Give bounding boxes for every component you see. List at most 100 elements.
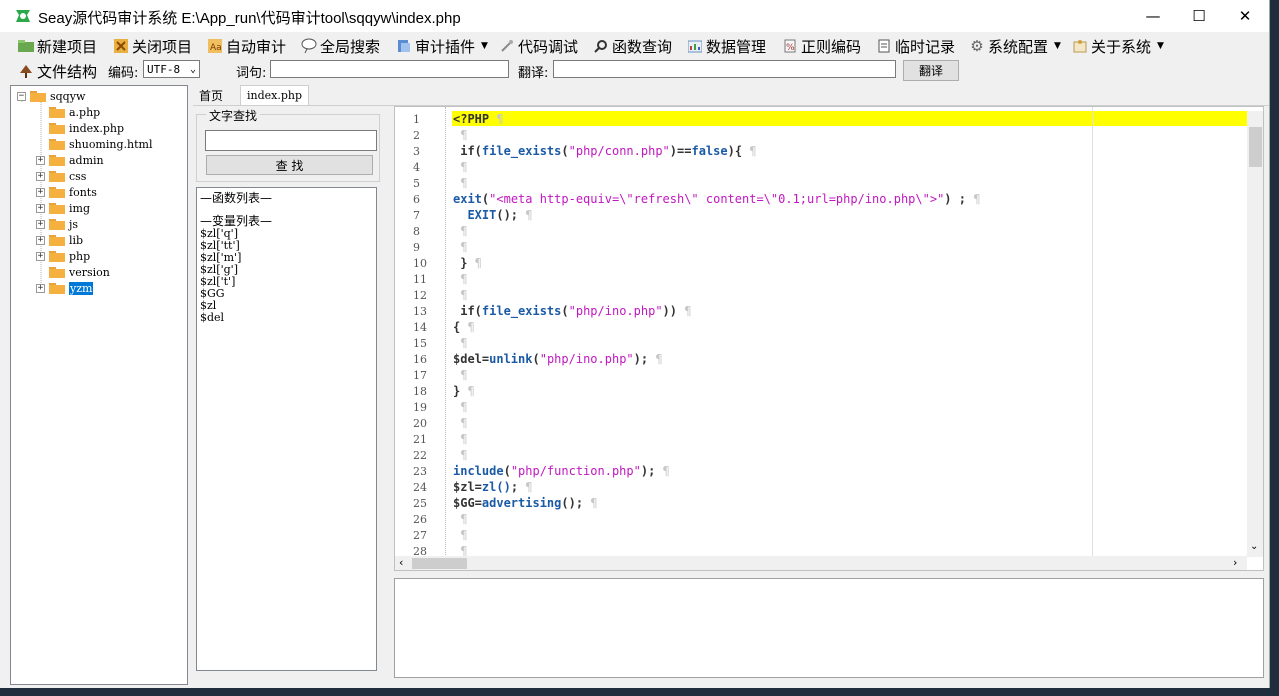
expand-icon[interactable]: + bbox=[36, 283, 45, 293]
tree-item[interactable]: + js bbox=[36, 216, 78, 232]
code-line[interactable]: ¶ bbox=[453, 175, 467, 191]
collapse-icon[interactable]: − bbox=[17, 91, 26, 101]
code-line[interactable]: ¶ bbox=[453, 415, 467, 431]
text-search-input[interactable] bbox=[205, 130, 377, 151]
line-number: 14 bbox=[413, 321, 427, 334]
tab-index-php[interactable]: index.php bbox=[240, 85, 310, 105]
code-line[interactable]: $zl=zl(); ¶ bbox=[453, 479, 533, 495]
menu-data-manage[interactable]: 数据管理 bbox=[687, 36, 766, 56]
expand-icon[interactable]: + bbox=[36, 187, 45, 197]
expand-icon[interactable]: + bbox=[36, 251, 45, 261]
scroll-right-icon[interactable]: › bbox=[1233, 556, 1237, 569]
expand-icon[interactable]: + bbox=[36, 219, 45, 229]
menu-label: 临时记录 bbox=[895, 37, 956, 56]
menu-label: 正则编码 bbox=[801, 37, 862, 56]
code-line[interactable]: if(file_exists("php/conn.php")==false){ … bbox=[453, 143, 756, 159]
menu-function-query[interactable]: 函数查询 bbox=[593, 36, 672, 56]
code-line[interactable]: ¶ bbox=[453, 447, 467, 463]
file-structure-toggle[interactable]: 文件结构 bbox=[18, 61, 97, 81]
tree-item[interactable]: index.php bbox=[49, 120, 124, 136]
menu-close-project[interactable]: 关闭项目 bbox=[113, 36, 192, 56]
expand-icon[interactable]: + bbox=[36, 155, 45, 165]
code-line[interactable]: $del=unlink("php/ino.php"); ¶ bbox=[453, 351, 663, 367]
menu-auto-audit[interactable]: Aa 自动审计 bbox=[207, 36, 286, 56]
code-line[interactable]: { ¶ bbox=[453, 319, 475, 335]
menu-audit-plugin[interactable]: 审计插件 ▼ bbox=[396, 36, 488, 56]
menu-system-config[interactable]: ⚙ 系统配置 ▼ bbox=[969, 36, 1061, 56]
code-line[interactable]: include("php/function.php"); ¶ bbox=[453, 463, 670, 479]
scroll-down-icon[interactable]: ⌄ bbox=[1250, 541, 1258, 552]
chevron-down-icon: ▼ bbox=[481, 41, 488, 51]
output-panel[interactable] bbox=[394, 578, 1264, 678]
search-button[interactable]: 查 找 bbox=[206, 155, 373, 175]
code-line[interactable]: ¶ bbox=[453, 223, 467, 239]
code-line[interactable]: ¶ bbox=[453, 271, 467, 287]
encoding-value: UTF-8 bbox=[147, 62, 181, 76]
code-line[interactable]: ¶ bbox=[453, 159, 467, 175]
code-line[interactable]: } ¶ bbox=[453, 383, 475, 399]
expand-icon[interactable]: + bbox=[36, 171, 45, 181]
code-line[interactable]: ¶ bbox=[453, 367, 467, 383]
line-number: 13 bbox=[413, 305, 427, 318]
menu-new-project[interactable]: 新建项目 bbox=[18, 36, 97, 56]
code-line[interactable]: ¶ bbox=[453, 511, 467, 527]
code-line[interactable]: ¶ bbox=[453, 399, 467, 415]
tree-item[interactable]: + css bbox=[36, 168, 86, 184]
code-editor[interactable]: 1 2 3 4 5 6 7 8 9 10 11 12 13 14 15 16 17 18 19 20 21 22 23 24 2… bbox=[394, 106, 1264, 571]
gear-icon: ⚙ bbox=[970, 37, 984, 55]
word-input[interactable] bbox=[270, 60, 509, 78]
expand-icon[interactable]: + bbox=[36, 203, 45, 213]
svg-text:%: % bbox=[786, 43, 795, 53]
tree-root[interactable]: − sqqyw bbox=[17, 88, 85, 104]
title-bar[interactable]: Seay源代码审计系统 E:\App_run\代码审计tool\sqqyw\in… bbox=[0, 0, 1269, 32]
tree-item[interactable]: + admin bbox=[36, 152, 104, 168]
chevron-down-icon: ▼ bbox=[1054, 41, 1061, 51]
tree-item[interactable]: + lib bbox=[36, 232, 83, 248]
code-line[interactable]: $GG=advertising(); ¶ bbox=[453, 495, 598, 511]
code-line[interactable]: ¶ bbox=[453, 239, 467, 255]
line-number: 18 bbox=[413, 385, 427, 398]
function-variable-list[interactable]: —函数列表— —变量列表— $zl['q'] $zl['tt'] $zl['m'] $… bbox=[196, 187, 377, 671]
close-project-icon bbox=[113, 38, 129, 54]
tree-item[interactable]: + img bbox=[36, 200, 90, 216]
code-line[interactable]: } ¶ bbox=[453, 255, 482, 271]
menu-code-debug[interactable]: 代码调试 bbox=[499, 36, 578, 56]
code-line[interactable]: ¶ bbox=[453, 287, 467, 303]
code-line[interactable]: <?PHP ¶ bbox=[453, 111, 504, 127]
translate-input[interactable] bbox=[553, 60, 896, 78]
menu-label: 审计插件 bbox=[415, 37, 476, 56]
code-line[interactable]: ¶ bbox=[453, 527, 467, 543]
code-line[interactable]: if(file_exists("php/ino.php")) ¶ bbox=[453, 303, 691, 319]
tree-item[interactable]: + fonts bbox=[36, 184, 97, 200]
menu-global-search[interactable]: 全局搜索 bbox=[301, 36, 380, 56]
translate-button[interactable]: 翻译 bbox=[903, 60, 959, 81]
tab-home[interactable]: 首页 bbox=[193, 85, 229, 105]
folder-icon bbox=[49, 202, 65, 214]
code-line[interactable]: exit("<meta http-equiv=\"refresh\" conte… bbox=[453, 191, 980, 207]
horizontal-scrollbar[interactable]: ‹ › bbox=[395, 556, 1247, 570]
variable-item[interactable]: $del bbox=[200, 311, 224, 324]
tree-item[interactable]: version bbox=[49, 264, 110, 280]
close-button[interactable]: ✕ bbox=[1222, 0, 1268, 32]
scroll-left-icon[interactable]: ‹ bbox=[399, 556, 403, 569]
tree-item[interactable]: + yzm bbox=[36, 280, 94, 296]
tree-item[interactable]: a.php bbox=[49, 104, 100, 120]
menu-temp-notes[interactable]: 临时记录 bbox=[876, 36, 955, 56]
code-line[interactable]: ¶ bbox=[453, 127, 467, 143]
vertical-scrollbar[interactable]: ⌄ bbox=[1247, 111, 1263, 557]
expand-icon[interactable]: + bbox=[36, 235, 45, 245]
file-tree[interactable]: − sqqyw a.php index.php shuoming.html + admi… bbox=[10, 85, 188, 685]
code-line[interactable]: ¶ bbox=[453, 431, 467, 447]
tree-item[interactable]: shuoming.html bbox=[49, 136, 152, 152]
menu-about-system[interactable]: 关于系统 ▼ bbox=[1072, 36, 1164, 56]
code-line[interactable]: ¶ bbox=[453, 335, 467, 351]
minimize-button[interactable]: — bbox=[1130, 0, 1176, 32]
horizontal-scroll-thumb[interactable] bbox=[412, 558, 467, 569]
vertical-scroll-thumb[interactable] bbox=[1249, 127, 1262, 167]
maximize-button[interactable]: ☐ bbox=[1176, 0, 1222, 32]
code-line[interactable]: EXIT(); ¶ bbox=[453, 207, 532, 223]
menu-regex-encode[interactable]: % 正则编码 bbox=[782, 36, 861, 56]
tree-item[interactable]: + php bbox=[36, 248, 90, 264]
file-icon bbox=[49, 266, 65, 278]
encoding-select[interactable]: UTF-8 ⌄ bbox=[143, 60, 200, 78]
